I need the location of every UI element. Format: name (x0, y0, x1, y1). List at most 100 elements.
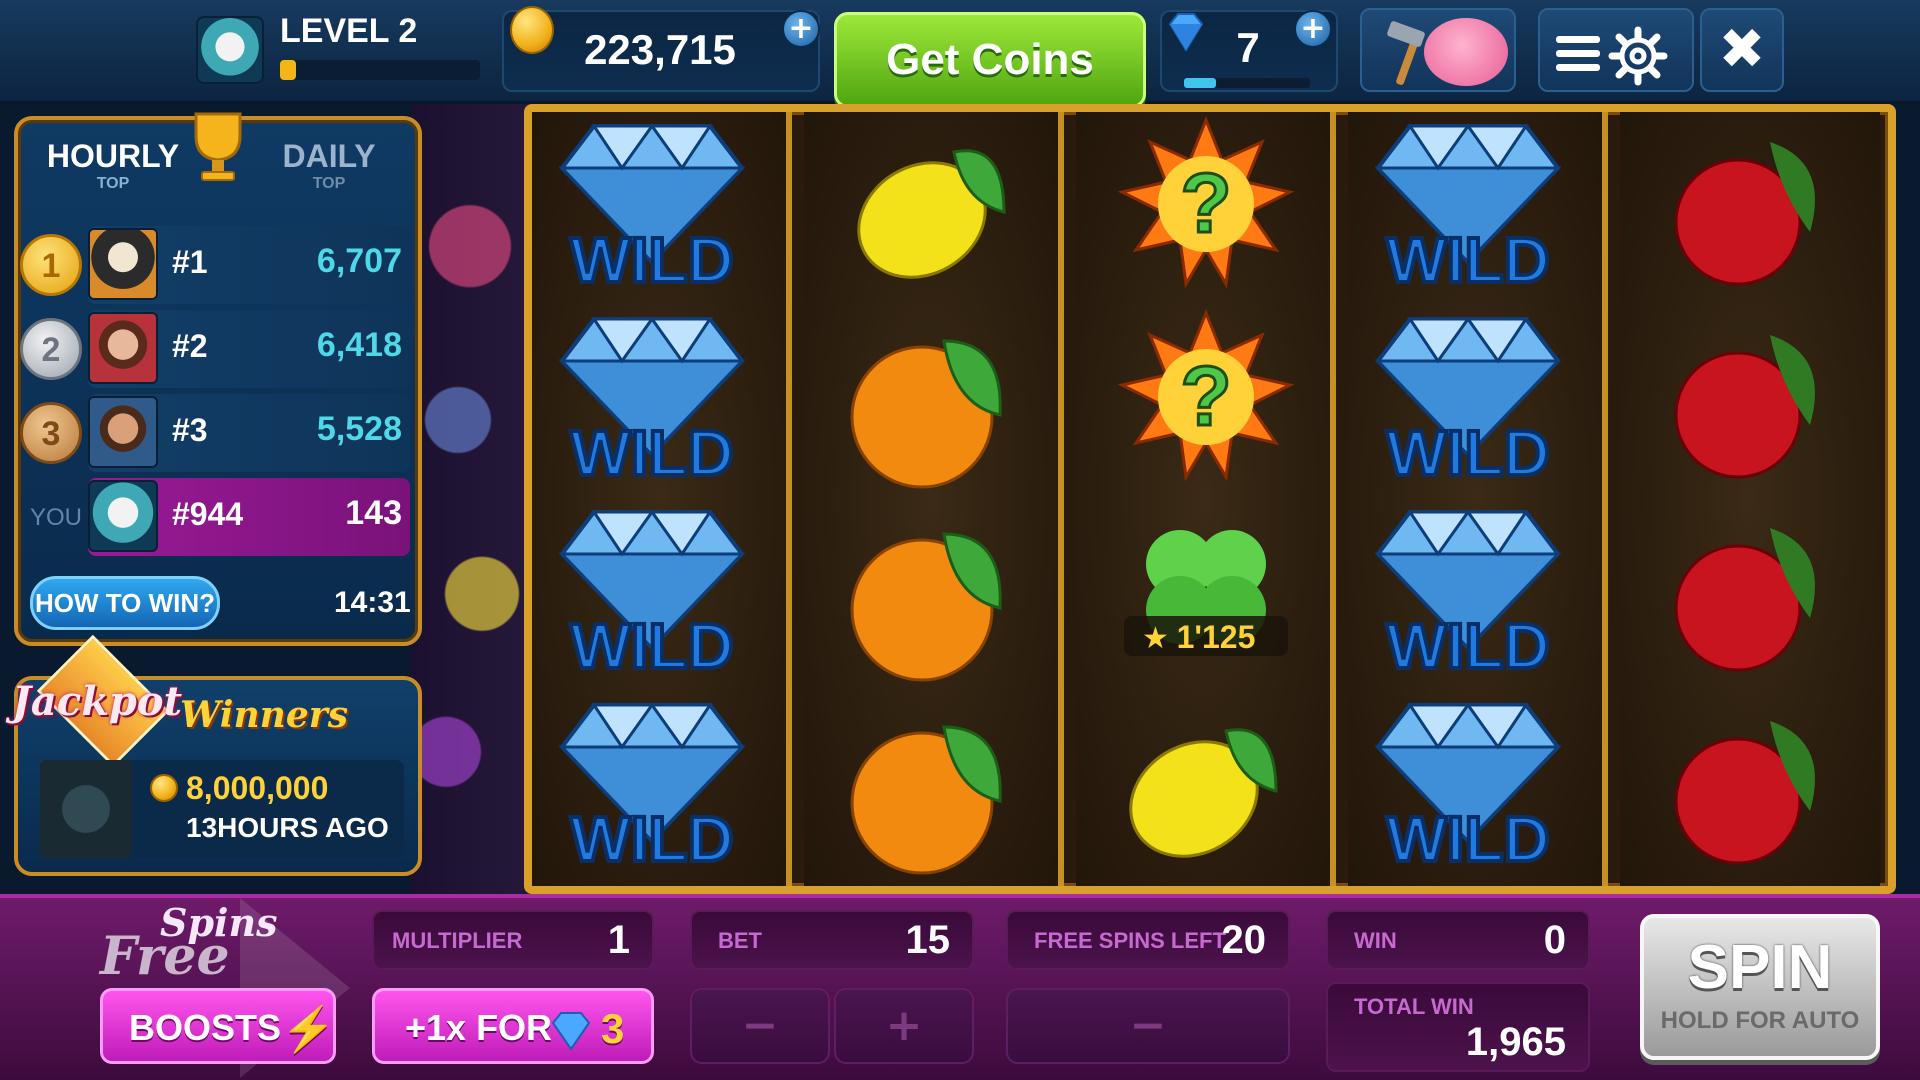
boosts-button[interactable]: BOOSTS ⚡ (100, 988, 336, 1064)
win-display: WIN 0 (1326, 910, 1590, 970)
tab-hourly-sub: TOP (96, 175, 130, 192)
free-spins-title-bottom: Free (100, 926, 230, 987)
gem-icon (1164, 10, 1208, 54)
profile-avatar[interactable] (196, 16, 264, 84)
jackpot-time-ago: 13HOURS AGO (186, 812, 389, 843)
leaderboard-panel: HOURLY TOP DAILY TOP #1 6,707 1 #2 6,418… (14, 112, 422, 646)
tab-daily[interactable]: DAILY TOP (254, 138, 404, 193)
reel-column: ? ? ★ 1'125 (1076, 112, 1336, 886)
my-avatar (88, 480, 158, 552)
menu-settings-button[interactable] (1538, 8, 1694, 92)
get-coins-label: Get Coins (886, 35, 1094, 84)
tab-daily-sub: TOP (312, 175, 346, 192)
level-label: LEVEL 2 (280, 12, 418, 50)
jackpot-winners-panel[interactable]: Jackpot Winners 8,000,000 13HOURS AGO (12, 634, 422, 876)
player-avatar (88, 396, 158, 468)
jackpot-title: Jackpot (12, 678, 183, 725)
cherry-symbol (1620, 691, 1880, 884)
cherry-symbol (1620, 498, 1880, 691)
multiplier-display: MULTIPLIER 1 (372, 910, 654, 970)
spin-label: SPIN (1687, 933, 1833, 1002)
tab-hourly[interactable]: HOURLY TOP (38, 138, 188, 193)
spin-button[interactable]: SPIN HOLD FOR AUTO (1640, 914, 1880, 1060)
coin-icon (150, 774, 178, 802)
top-bar: LEVEL 2 223,715 + Get Coins 7 + ✖ (0, 0, 1920, 108)
get-coins-button[interactable]: Get Coins (834, 12, 1146, 108)
player-avatar (88, 312, 158, 384)
svg-text:?: ? (1180, 349, 1231, 443)
wild-label: WILD (570, 224, 734, 292)
mystery-symbol: ? (1076, 112, 1336, 305)
boosts-label: BOOSTS (129, 1007, 282, 1048)
player-score: 6,418 (316, 326, 402, 364)
tab-daily-label: DAILY (282, 138, 376, 174)
clover-value: 1'125 (1177, 619, 1256, 655)
wild-symbol: WILD (1348, 498, 1608, 691)
cherry-symbol (1620, 112, 1880, 305)
wild-label: WILD (570, 417, 734, 485)
my-leaderboard-row[interactable]: #944 143 (88, 478, 410, 556)
hold-for-auto-label: HOLD FOR AUTO (1660, 1007, 1860, 1034)
win-value: 0 (1543, 918, 1566, 962)
level-progress-bar (280, 60, 480, 80)
close-icon: ✖ (1718, 17, 1766, 82)
lightning-icon: ⚡ (281, 1005, 336, 1054)
total-win-value: 1,965 (1465, 1020, 1566, 1064)
bet-increase-button[interactable]: + (834, 988, 974, 1064)
gem-progress-bar (1184, 78, 1310, 88)
free-spins-minus-button[interactable]: − (1006, 988, 1290, 1064)
leaderboard-row[interactable]: #2 6,418 (88, 310, 410, 388)
player-rank: #1 (172, 244, 208, 280)
close-button[interactable]: ✖ (1700, 8, 1784, 92)
gold-medal-icon: 1 (20, 234, 82, 296)
player-rank: #3 (172, 412, 208, 448)
level-progress-fill (280, 60, 296, 80)
piggy-bank-icon (1424, 18, 1508, 86)
orange-symbol (804, 305, 1064, 498)
wild-label: WILD (1386, 417, 1550, 485)
free-spins-left-value: 20 (1221, 918, 1267, 962)
gem-balance: 7 (1236, 24, 1260, 71)
player-score: 5,528 (316, 410, 402, 448)
wild-label: WILD (1386, 803, 1550, 871)
bet-decrease-button[interactable]: − (690, 988, 830, 1064)
my-score: 143 (345, 494, 402, 532)
add-coins-button[interactable]: + (782, 10, 820, 48)
how-to-win-button[interactable]: HOW TO WIN? (30, 576, 220, 630)
add-gems-button[interactable]: + (1294, 10, 1332, 48)
cherry-symbol (1620, 305, 1880, 498)
free-spins-left-label: FREE SPINS LEFT (1034, 928, 1226, 953)
total-win-label: TOTAL WIN (1354, 994, 1474, 1019)
wild-symbol: WILD (532, 498, 792, 691)
wild-symbol: WILD (532, 305, 792, 498)
wild-symbol: WILD (1348, 305, 1608, 498)
mystery-symbol: ? (1076, 305, 1336, 498)
player-score: 6,707 (316, 242, 402, 280)
jackpot-entry: 8,000,000 13HOURS AGO (40, 760, 404, 858)
svg-text:★: ★ (1142, 621, 1169, 656)
lemon-symbol (804, 112, 1064, 305)
background-lights (410, 104, 530, 894)
leaderboard-timer: 14:31 (334, 586, 411, 619)
piggy-bank-button[interactable] (1360, 8, 1516, 92)
reel-column (804, 112, 1064, 886)
total-win-display: TOTAL WIN 1,965 (1326, 982, 1590, 1072)
gem-icon (549, 1011, 593, 1051)
wild-symbol: WILD (1348, 112, 1608, 305)
clover-symbol: ★ 1'125 (1076, 498, 1336, 691)
player-avatar (88, 228, 158, 300)
multiplier-value: 1 (607, 918, 630, 962)
leaderboard-row[interactable]: #3 5,528 (88, 394, 410, 472)
wild-label: WILD (1386, 224, 1550, 292)
my-rank: #944 (172, 496, 244, 532)
leaderboard-row[interactable]: #1 6,707 (88, 226, 410, 304)
gem-progress-fill (1184, 78, 1216, 88)
multiplier-label: MULTIPLIER (392, 928, 523, 953)
bronze-medal-icon: 3 (20, 402, 82, 464)
you-label: YOU (30, 504, 83, 531)
reel-column: WILD WILD WILD WILD (1348, 112, 1608, 886)
lemon-symbol (1076, 691, 1336, 884)
coin-icon (510, 6, 554, 54)
buy-multiplier-button[interactable]: +1x FOR 3 (372, 988, 654, 1064)
bottom-bar: Spins Free BOOSTS ⚡ +1x FOR 3 MULTIPLIER… (0, 894, 1920, 1080)
